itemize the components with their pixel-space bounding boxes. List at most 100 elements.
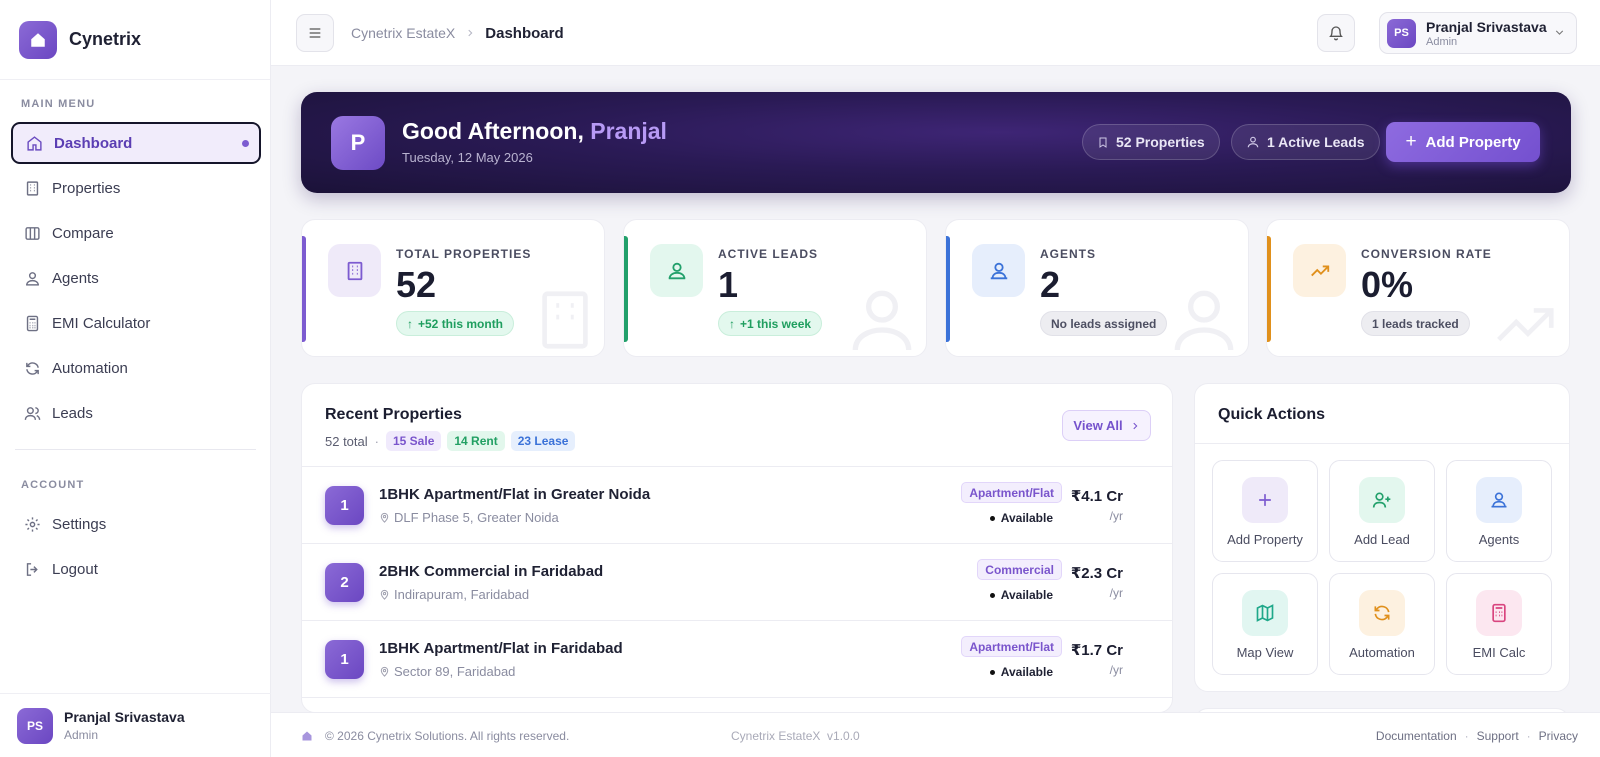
stat-accent-bar xyxy=(624,236,628,342)
agent-icon xyxy=(23,269,41,287)
brand[interactable]: Cynetrix xyxy=(0,0,270,80)
trend-up-icon xyxy=(1293,244,1346,297)
property-location: Indirapuram, Faridabad xyxy=(379,587,529,602)
users-icon xyxy=(23,404,41,422)
refresh-icon xyxy=(23,359,41,377)
sidebar-item-emi-calculator[interactable]: EMI Calculator xyxy=(11,302,261,344)
agent-icon xyxy=(1476,477,1522,523)
property-title[interactable]: 1BHK Apartment/Flat in Faridabad xyxy=(379,640,623,657)
stat-label: TOTAL PROPERTIES xyxy=(396,247,532,261)
agent-icon xyxy=(972,244,1025,297)
property-title[interactable]: 1BHK Apartment/Flat in Greater Noida xyxy=(379,486,650,503)
stat-card-conversion-rate[interactable]: CONVERSION RATE 0% 1 leads tracked xyxy=(1266,219,1570,357)
stat-label: ACTIVE LEADS xyxy=(718,247,819,261)
property-title[interactable]: 2BHK Commercial in Faridabad xyxy=(379,563,603,580)
table-row[interactable]: 2 2BHK Commercial in Faridabad Indirapur… xyxy=(302,543,1172,620)
sidebar-user-role: Admin xyxy=(64,728,99,742)
privacy-link[interactable]: Privacy xyxy=(1539,729,1578,743)
sidebar: Cynetrix MAIN MENU Dashboard Properties … xyxy=(0,0,271,757)
quick-add-lead-button[interactable]: Add Lead xyxy=(1329,460,1435,562)
documentation-link[interactable]: Documentation xyxy=(1376,729,1457,743)
breadcrumb: Cynetrix EstateX Dashboard xyxy=(351,0,564,66)
stat-accent-bar xyxy=(1267,236,1271,342)
stat-card-total-properties[interactable]: TOTAL PROPERTIES 52 ↑ +52 this month xyxy=(301,219,605,357)
sidebar-item-automation[interactable]: Automation xyxy=(11,347,261,389)
sidebar-item-settings[interactable]: Settings xyxy=(11,503,261,545)
table-row[interactable] xyxy=(302,697,1172,712)
hero-avatar: P xyxy=(331,116,385,170)
brand-name: Cynetrix xyxy=(69,29,142,49)
agent-icon xyxy=(1246,135,1260,149)
property-type-badge: Apartment/Flat xyxy=(961,482,1062,503)
quick-actions-title: Quick Actions xyxy=(1218,406,1325,423)
stat-badge: No leads assigned xyxy=(1040,311,1168,336)
divider xyxy=(1195,443,1569,444)
properties-pill[interactable]: 52 Properties xyxy=(1082,124,1220,160)
home-icon xyxy=(301,730,313,742)
leads-pill[interactable]: 1 Active Leads xyxy=(1231,124,1380,160)
columns-icon xyxy=(23,224,41,242)
separator-dot: · xyxy=(374,433,379,449)
quick-add-property-button[interactable]: Add Property xyxy=(1212,460,1318,562)
stat-badge: ↑ +52 this month xyxy=(396,311,515,336)
property-location: Sector 89, Faridabad xyxy=(379,664,515,679)
stat-label: AGENTS xyxy=(1040,247,1097,261)
trend-watermark-icon xyxy=(1485,290,1565,356)
sidebar-item-dashboard[interactable]: Dashboard xyxy=(11,122,261,164)
quick-action-label: Automation xyxy=(1349,645,1415,660)
quick-automation-button[interactable]: Automation xyxy=(1329,573,1435,675)
view-all-button[interactable]: View All xyxy=(1062,410,1151,441)
stat-label: CONVERSION RATE xyxy=(1361,247,1492,261)
breadcrumb-current: Dashboard xyxy=(485,24,564,42)
quick-agents-button[interactable]: Agents xyxy=(1446,460,1552,562)
status-badge: Available xyxy=(989,665,1053,679)
map-icon xyxy=(1242,590,1288,636)
stat-value: 0% xyxy=(1361,264,1414,305)
stat-value: 1 xyxy=(718,264,739,305)
sidebar-item-label: EMI Calculator xyxy=(52,314,151,332)
sidebar-divider xyxy=(15,449,256,450)
main-menu-heading: MAIN MENU xyxy=(21,98,96,110)
lease-tag: 23 Lease xyxy=(510,431,576,451)
welcome-banner: P Good Afternoon, Pranjal Tuesday, 12 Ma… xyxy=(301,92,1571,193)
sidebar-item-logout[interactable]: Logout xyxy=(11,548,261,590)
property-type-badge: Apartment/Flat xyxy=(961,636,1062,657)
sidebar-item-leads[interactable]: Leads xyxy=(11,392,261,434)
chevron-down-icon xyxy=(1553,26,1566,39)
quick-action-label: Agents xyxy=(1478,532,1520,547)
table-row[interactable]: 1 1BHK Apartment/Flat in Greater Noida D… xyxy=(302,466,1172,543)
user-plus-icon xyxy=(1359,477,1405,523)
table-row[interactable]: 1 1BHK Apartment/Flat in Faridabad Secto… xyxy=(302,620,1172,697)
property-price: ₹2.3 Cr xyxy=(1070,565,1123,582)
menu-toggle-button[interactable] xyxy=(296,14,334,52)
stat-card-active-leads[interactable]: ACTIVE LEADS 1 ↑ +1 this week xyxy=(623,219,927,357)
stat-value: 2 xyxy=(1040,264,1061,305)
price-period: /yr xyxy=(1109,509,1123,523)
quick-map-view-button[interactable]: Map View xyxy=(1212,573,1318,675)
plus-icon: + xyxy=(1405,131,1417,152)
sidebar-item-agents[interactable]: Agents xyxy=(11,257,261,299)
sidebar-user[interactable]: PS Pranjal Srivastava Admin xyxy=(0,693,271,757)
view-all-label: View All xyxy=(1073,418,1123,433)
stat-badge: ↑ +1 this week xyxy=(718,311,823,336)
quick-emi-calc-button[interactable]: EMI Calc xyxy=(1446,573,1552,675)
price-period: /yr xyxy=(1109,663,1123,677)
bell-icon xyxy=(1329,26,1343,41)
add-property-button[interactable]: + Add Property xyxy=(1386,122,1540,162)
sidebar-item-properties[interactable]: Properties xyxy=(11,167,261,209)
top-header: Cynetrix EstateX Dashboard PS Pranjal Sr… xyxy=(271,0,1600,66)
property-price: ₹1.7 Cr xyxy=(1070,642,1123,659)
map-pin-icon xyxy=(379,512,390,523)
add-property-label: Add Property xyxy=(1425,133,1521,151)
calculator-icon xyxy=(1476,590,1522,636)
support-link[interactable]: Support xyxy=(1477,729,1519,743)
notifications-button[interactable] xyxy=(1317,14,1355,52)
property-type-badge: Commercial xyxy=(977,559,1062,580)
breadcrumb-root[interactable]: Cynetrix EstateX xyxy=(351,25,455,41)
header-user-name: Pranjal Srivastava xyxy=(1426,18,1547,35)
sidebar-item-compare[interactable]: Compare xyxy=(11,212,261,254)
property-location: DLF Phase 5, Greater Noida xyxy=(379,510,559,525)
chevron-right-icon xyxy=(465,28,475,38)
stat-card-agents[interactable]: AGENTS 2 No leads assigned xyxy=(945,219,1249,357)
user-menu-button[interactable]: PS Pranjal Srivastava Admin xyxy=(1379,12,1577,54)
